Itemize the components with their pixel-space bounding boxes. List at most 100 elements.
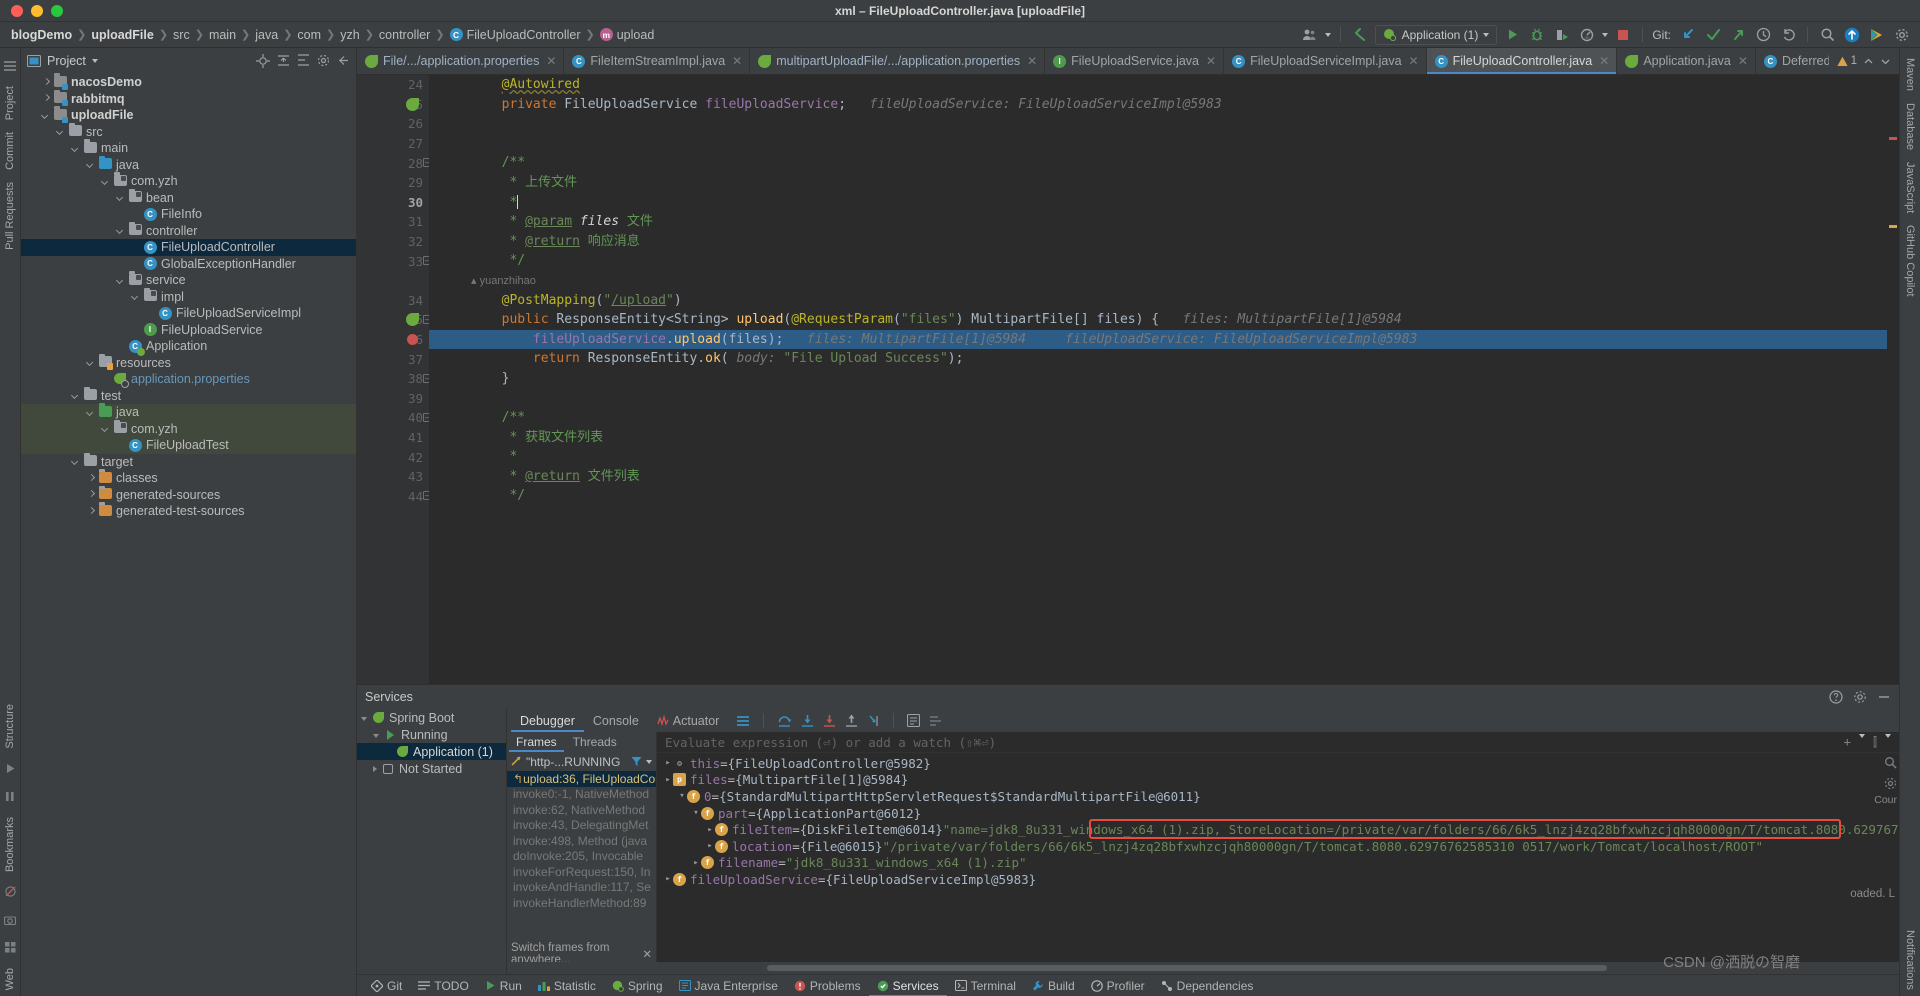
- settings-icon[interactable]: [317, 54, 330, 67]
- bottom-tool-statistic[interactable]: Statistic: [530, 975, 604, 996]
- chevron-down-icon[interactable]: [57, 127, 66, 136]
- rail-tab-javascript[interactable]: JavaScript: [1902, 156, 1918, 219]
- search-icon[interactable]: [1817, 25, 1837, 45]
- chevron-down-icon[interactable]: ▾: [691, 808, 701, 818]
- project-tree[interactable]: nacosDemo rabbitmq uploadFile src main java co…: [21, 73, 356, 996]
- tree-item[interactable]: java: [21, 403, 356, 421]
- coverage-icon[interactable]: [1552, 25, 1572, 45]
- bottom-tool-profiler[interactable]: Profiler: [1083, 975, 1153, 996]
- stack-frame[interactable]: invokeHandlerMethod:89: [507, 895, 656, 911]
- code-line[interactable]: /**: [429, 153, 1899, 173]
- tree-item[interactable]: java: [21, 155, 356, 174]
- debugger-tab[interactable]: Actuator: [648, 709, 729, 732]
- chevron-right-icon[interactable]: ▸: [663, 758, 673, 768]
- rail-tab-github-copilot[interactable]: GitHub Copilot: [1902, 219, 1918, 303]
- service-item[interactable]: Spring Boot: [357, 709, 506, 726]
- code-line-highlighted[interactable]: fileUploadService.upload(files); files: …: [429, 329, 1899, 350]
- chevron-down-icon[interactable]: [1885, 734, 1891, 738]
- breadcrumb-item-main[interactable]: main: [206, 28, 239, 42]
- run-icon[interactable]: [1502, 25, 1522, 45]
- editor-tab[interactable]: multipartUploadFile/.../application.prop…: [750, 48, 1046, 74]
- debugger-tab-active[interactable]: Debugger: [511, 709, 584, 732]
- variable-row[interactable]: ▸ ⊜ this = {FileUploadController@5982}: [657, 755, 1899, 772]
- commit-icon[interactable]: [1703, 25, 1723, 45]
- bottom-tool-run[interactable]: Run: [477, 975, 530, 996]
- breadcrumb-item-fileuploadcontroller[interactable]: C FileUploadController: [447, 28, 584, 42]
- window-controls[interactable]: [0, 4, 63, 17]
- chevron-down-icon[interactable]: [373, 733, 379, 738]
- maximize-window-button[interactable]: [51, 4, 63, 17]
- chevron-right-icon[interactable]: ▸: [705, 841, 715, 851]
- code-line[interactable]: *: [429, 447, 1899, 467]
- stack-frame[interactable]: invoke:62, NativeMethod: [507, 802, 656, 818]
- close-tab-icon[interactable]: ✕: [1027, 54, 1037, 68]
- code-line[interactable]: public ResponseEntity<String> upload (@Re…: [429, 310, 1899, 330]
- editor-tab[interactable]: Application.java ✕: [1617, 48, 1756, 74]
- code-line[interactable]: * @return 响应消息: [429, 232, 1899, 252]
- tree-item[interactable]: uploadFile: [21, 106, 356, 124]
- stack-frame[interactable]: invoke:43, DelegatingMet: [507, 818, 656, 834]
- bottom-tool-git[interactable]: Git: [363, 975, 410, 996]
- chevron-up-icon[interactable]: [1863, 56, 1874, 67]
- code-line[interactable]: ▴ yuanzhihao: [429, 271, 1899, 291]
- code-editor[interactable]: 2425262728–2930313233–3435–363738–3940–4…: [357, 75, 1899, 684]
- tree-item[interactable]: C GlobalExceptionHandler: [21, 256, 356, 273]
- help-icon[interactable]: [1829, 690, 1843, 704]
- service-item[interactable]: Running: [357, 726, 506, 743]
- tree-item[interactable]: generated-test-sources: [21, 502, 356, 520]
- stack-frame[interactable]: invoke0:-1, NativeMethod: [507, 787, 656, 803]
- editor-gutter[interactable]: 2425262728–2930313233–3435–363738–3940–4…: [357, 75, 432, 684]
- tree-item[interactable]: controller: [21, 221, 356, 240]
- variable-row[interactable]: ▾ f 0 = {StandardMultipartHttpServletReque…: [657, 788, 1899, 805]
- chevron-down-icon[interactable]: [87, 408, 96, 417]
- service-item[interactable]: Not Started: [357, 760, 506, 777]
- breadcrumb-item-java[interactable]: java: [252, 28, 281, 42]
- editor-tab[interactable]: File/.../application.properties ✕: [357, 48, 565, 74]
- minimize-window-button[interactable]: [31, 4, 43, 17]
- close-tab-icon[interactable]: ✕: [732, 54, 742, 68]
- chevron-down-icon[interactable]: [1483, 32, 1490, 37]
- tree-item[interactable]: nacosDemo: [21, 73, 356, 91]
- variable-row[interactable]: ▸ p files = {MultipartFile[1]@5984}: [657, 772, 1899, 789]
- variable-row-highlighted[interactable]: ▸ f fileItem = {DiskFileItem@6014} "name=j…: [657, 821, 1899, 838]
- breadcrumb[interactable]: blogDemo ❯ uploadFile ❯ src ❯ main ❯ java ❯ com ❯ yz…: [8, 28, 657, 42]
- rail-tab-web[interactable]: Web: [2, 962, 18, 996]
- breadcrumb-item-upload[interactable]: m upload: [597, 28, 658, 42]
- chevron-right-icon[interactable]: ▸: [691, 858, 701, 868]
- editor-tab-active[interactable]: C FileUploadController.java ✕: [1426, 48, 1618, 74]
- code-line[interactable]: * 上传文件: [429, 173, 1899, 193]
- editor-tab[interactable]: C FileItemStreamImpl.java ✕: [564, 48, 751, 74]
- tree-item[interactable]: C FileUploadTest: [21, 437, 356, 454]
- chevron-down-icon[interactable]: [1880, 56, 1891, 67]
- bottom-tool-build[interactable]: Build: [1024, 975, 1083, 996]
- code-line[interactable]: @Autowired: [429, 75, 1899, 95]
- tree-item[interactable]: resources: [21, 353, 356, 372]
- filter-icon[interactable]: [631, 756, 642, 767]
- update-project-icon[interactable]: [1678, 25, 1698, 45]
- hamburger-icon[interactable]: [2, 58, 18, 74]
- chevron-down-icon[interactable]: [72, 144, 81, 153]
- chevron-down-icon[interactable]: [132, 292, 141, 301]
- chevron-down-icon[interactable]: [102, 177, 111, 186]
- code-line[interactable]: * 获取文件列表: [429, 428, 1899, 448]
- close-tab-icon[interactable]: ✕: [1599, 54, 1609, 68]
- frames-footer[interactable]: Switch frames from anywhere... ✕: [507, 942, 656, 966]
- chevron-down-icon[interactable]: [117, 226, 126, 235]
- rail-tab-maven[interactable]: Maven: [1902, 52, 1918, 97]
- bottom-tool-java-enterprise[interactable]: Java Enterprise: [671, 975, 786, 996]
- run-rail-icon[interactable]: [2, 761, 18, 777]
- step-into-icon[interactable]: [801, 714, 814, 728]
- variable-row[interactable]: ▾ f part = {ApplicationPart@6012}: [657, 805, 1899, 822]
- tree-item-selected[interactable]: C FileUploadController: [21, 239, 356, 256]
- tree-item[interactable]: impl: [21, 287, 356, 306]
- frames-tab[interactable]: Threads: [566, 732, 624, 752]
- breakpoint-icon[interactable]: [407, 333, 418, 345]
- warning-marker[interactable]: [1889, 225, 1897, 228]
- bottom-tool-spring[interactable]: Spring: [604, 975, 671, 996]
- tree-item[interactable]: classes: [21, 469, 356, 487]
- rail-tab-structure[interactable]: Structure: [2, 698, 18, 755]
- frames-tab-active[interactable]: Frames: [509, 732, 564, 752]
- tree-item[interactable]: generated-sources: [21, 485, 356, 504]
- force-step-into-icon[interactable]: [823, 714, 836, 728]
- debugger-tab-bar[interactable]: Debugger Console Actuator: [507, 709, 1899, 732]
